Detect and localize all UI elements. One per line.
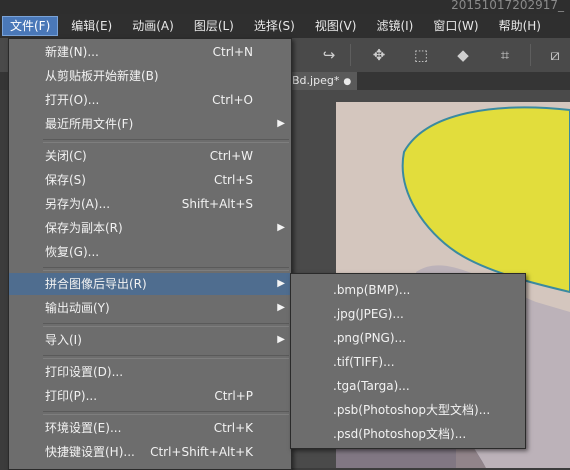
title-bar: 20151017202917_ <box>0 0 570 14</box>
menu-file[interactable]: 文件(F) <box>2 16 59 36</box>
menu-item-revert[interactable]: 恢复(G)... <box>9 241 291 263</box>
export-bmp[interactable]: .bmp(BMP)... <box>291 278 525 302</box>
menu-item-new[interactable]: 新建(N)... Ctrl+N <box>9 41 291 63</box>
menu-item-save-copy[interactable]: 保存为副本(R) ▶ <box>9 217 291 239</box>
submenu-arrow-icon: ▶ <box>277 302 285 313</box>
menu-item-export-flattened[interactable]: 拼合图像后导出(R) ▶ <box>9 273 291 295</box>
menu-item-shortcut-settings[interactable]: 快捷键设置(H)... Ctrl+Shift+Alt+K <box>9 441 291 463</box>
menu-filter[interactable]: 滤镜(I) <box>369 16 420 36</box>
menu-item-new-from-clipboard[interactable]: 从剪贴板开始新建(B) <box>9 65 291 87</box>
bucket-icon[interactable]: ⬚ <box>412 46 430 64</box>
menu-select[interactable]: 选择(S) <box>247 16 302 36</box>
document-tab-label: Bd.jpeg* <box>292 74 340 87</box>
transform-icon[interactable]: ⌗ <box>496 46 514 64</box>
menu-help[interactable]: 帮助(H) <box>492 16 548 36</box>
menu-item-preferences[interactable]: 环境设置(E)... Ctrl+K <box>9 417 291 439</box>
document-tab[interactable]: Bd.jpeg* ● <box>288 72 358 90</box>
menu-item-print-settings[interactable]: 打印设置(D)... <box>9 361 291 383</box>
menu-item-open[interactable]: 打开(O)... Ctrl+O <box>9 89 291 111</box>
menu-animation[interactable]: 动画(A) <box>125 16 181 36</box>
menu-edit[interactable]: 编辑(E) <box>64 16 119 36</box>
menu-item-print[interactable]: 打印(P)... Ctrl+P <box>9 385 291 407</box>
menu-item-recent-files[interactable]: 最近所用文件(F) ▶ <box>9 113 291 135</box>
menu-separator <box>43 139 289 143</box>
menu-item-save[interactable]: 保存(S) Ctrl+S <box>9 169 291 191</box>
menu-bar: 文件(F) 编辑(E) 动画(A) 图层(L) 选择(S) 视图(V) 滤镜(I… <box>0 14 570 38</box>
redo-icon[interactable]: ↪ <box>320 46 338 64</box>
submenu-arrow-icon: ▶ <box>277 222 285 233</box>
select-tool-icon[interactable]: ✥ <box>370 46 388 64</box>
export-psd[interactable]: .psd(Photoshop文档)... <box>291 422 525 446</box>
window-title: 20151017202917_ <box>451 0 564 12</box>
slash-icon[interactable]: ⧄ <box>546 46 564 64</box>
menu-item-import[interactable]: 导入(I) ▶ <box>9 329 291 351</box>
menu-separator <box>43 355 289 359</box>
export-tif[interactable]: .tif(TIFF)... <box>291 350 525 374</box>
menu-item-save-as[interactable]: 另存为(A)... Shift+Alt+S <box>9 193 291 215</box>
menu-item-export-animation[interactable]: 输出动画(Y) ▶ <box>9 297 291 319</box>
submenu-arrow-icon: ▶ <box>277 278 285 289</box>
close-tab-icon[interactable]: ● <box>343 77 351 87</box>
menu-window[interactable]: 窗口(W) <box>426 16 485 36</box>
menu-item-close[interactable]: 关闭(C) Ctrl+W <box>9 145 291 167</box>
export-psb[interactable]: .psb(Photoshop大型文档)... <box>291 398 525 422</box>
file-menu-dropdown: 新建(N)... Ctrl+N 从剪贴板开始新建(B) 打开(O)... Ctr… <box>8 38 292 470</box>
toolbar-divider <box>530 44 531 66</box>
export-flattened-submenu: .bmp(BMP)... .jpg(JPEG)... .png(PNG)... … <box>290 273 526 449</box>
menu-separator <box>43 323 289 327</box>
menu-separator <box>43 267 289 271</box>
export-tga[interactable]: .tga(Targa)... <box>291 374 525 398</box>
toolbar-divider <box>350 44 351 66</box>
menu-layer[interactable]: 图层(L) <box>187 16 241 36</box>
export-png[interactable]: .png(PNG)... <box>291 326 525 350</box>
export-jpg[interactable]: .jpg(JPEG)... <box>291 302 525 326</box>
eraser-icon[interactable]: ◆ <box>454 46 472 64</box>
menu-view[interactable]: 视图(V) <box>308 16 364 36</box>
menu-separator <box>43 411 289 415</box>
submenu-arrow-icon: ▶ <box>277 118 285 129</box>
submenu-arrow-icon: ▶ <box>277 334 285 345</box>
